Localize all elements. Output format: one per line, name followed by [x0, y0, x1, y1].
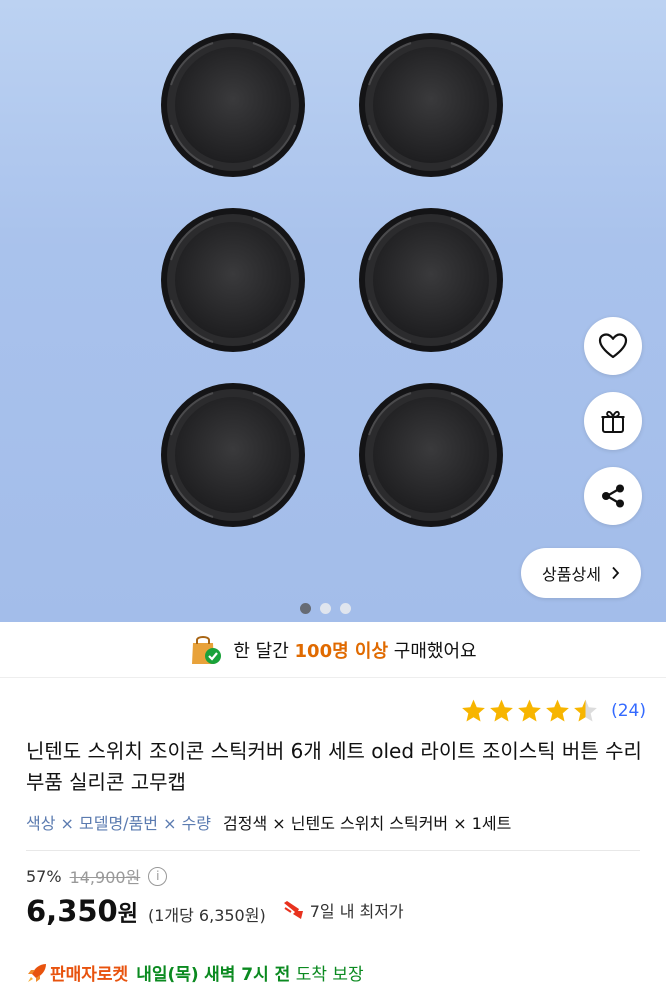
star-full-icon	[546, 699, 569, 722]
info-icon[interactable]: i	[148, 866, 168, 886]
product-detail-label: 상품상세	[542, 565, 601, 584]
chevron-right-icon	[612, 566, 620, 580]
carousel-indicator	[300, 603, 351, 614]
unit-price: (1개당 6,350원)	[147, 906, 266, 925]
product-image-carousel[interactable]: 상품상세	[0, 0, 666, 622]
currency: 원	[117, 902, 138, 927]
rocket-badge: 판매자로켓	[26, 960, 128, 985]
carousel-dot[interactable]	[320, 603, 331, 614]
share-button[interactable]	[584, 467, 642, 525]
discount-row: 57% 14,900원 i	[26, 864, 168, 888]
product-image	[161, 33, 503, 527]
carousel-dot[interactable]	[340, 603, 351, 614]
pointing-hand-icon	[283, 901, 303, 919]
wishlist-button[interactable]	[584, 317, 642, 375]
product-detail-button[interactable]: 상품상세	[521, 548, 641, 598]
star-full-icon	[518, 699, 541, 722]
delivery-suffix: 도착 보장	[295, 965, 364, 985]
delivery-time: 새벽 7시 전	[204, 965, 291, 985]
rating-stars	[460, 698, 599, 724]
delivery-date: 내일(목)	[136, 965, 199, 985]
gift-button[interactable]	[584, 392, 642, 450]
star-full-icon	[462, 699, 485, 722]
lowest-price-badge: 7일 내 최저가	[282, 898, 404, 922]
lowest-price-label: 7일 내 최저가	[309, 902, 404, 921]
rocket-label: 판매자로켓	[50, 965, 129, 985]
price-row: 6,350원 (1개당 6,350원) 7일 내 최저가	[26, 894, 404, 928]
heart-icon	[598, 333, 628, 359]
review-count[interactable]: (24)	[611, 701, 646, 721]
original-price: 14,900원	[69, 868, 141, 887]
gift-icon	[601, 410, 625, 433]
banner-highlight: 100명 이상	[294, 640, 389, 662]
product-title: 닌텐도 스위치 조이콘 스틱커버 6개 세트 oled 라이트 조이스틱 버튼 …	[26, 739, 642, 794]
shopping-bag-check-icon	[192, 635, 222, 664]
carousel-dot[interactable]	[300, 603, 311, 614]
option-labels: 색상 × 모델명/품번 × 수량	[26, 814, 212, 833]
star-half-icon	[574, 699, 597, 722]
sale-price-value: 6,350	[26, 894, 118, 928]
option-summary[interactable]: 색상 × 모델명/품번 × 수량 검정색 × 닌텐도 스위치 스틱커버 × 1세…	[26, 810, 511, 834]
star-full-icon	[490, 699, 513, 722]
purchase-count-banner: 한 달간 100명 이상 구매했어요	[0, 622, 666, 678]
banner-prefix: 한 달간	[233, 640, 289, 662]
product-rating[interactable]: (24)	[460, 698, 646, 724]
sale-price: 6,350원	[26, 894, 138, 928]
discount-rate: 57%	[26, 866, 62, 886]
divider	[26, 850, 640, 851]
share-icon	[602, 484, 624, 508]
delivery-eta: 내일(목) 새벽 7시 전 도착 보장	[136, 960, 363, 985]
delivery-info: 판매자로켓 내일(목) 새벽 7시 전 도착 보장	[26, 960, 364, 985]
option-values: 검정색 × 닌텐도 스위치 스틱커버 × 1세트	[223, 814, 512, 833]
rocket-icon	[28, 963, 46, 982]
banner-suffix: 구매했어요	[393, 640, 477, 662]
